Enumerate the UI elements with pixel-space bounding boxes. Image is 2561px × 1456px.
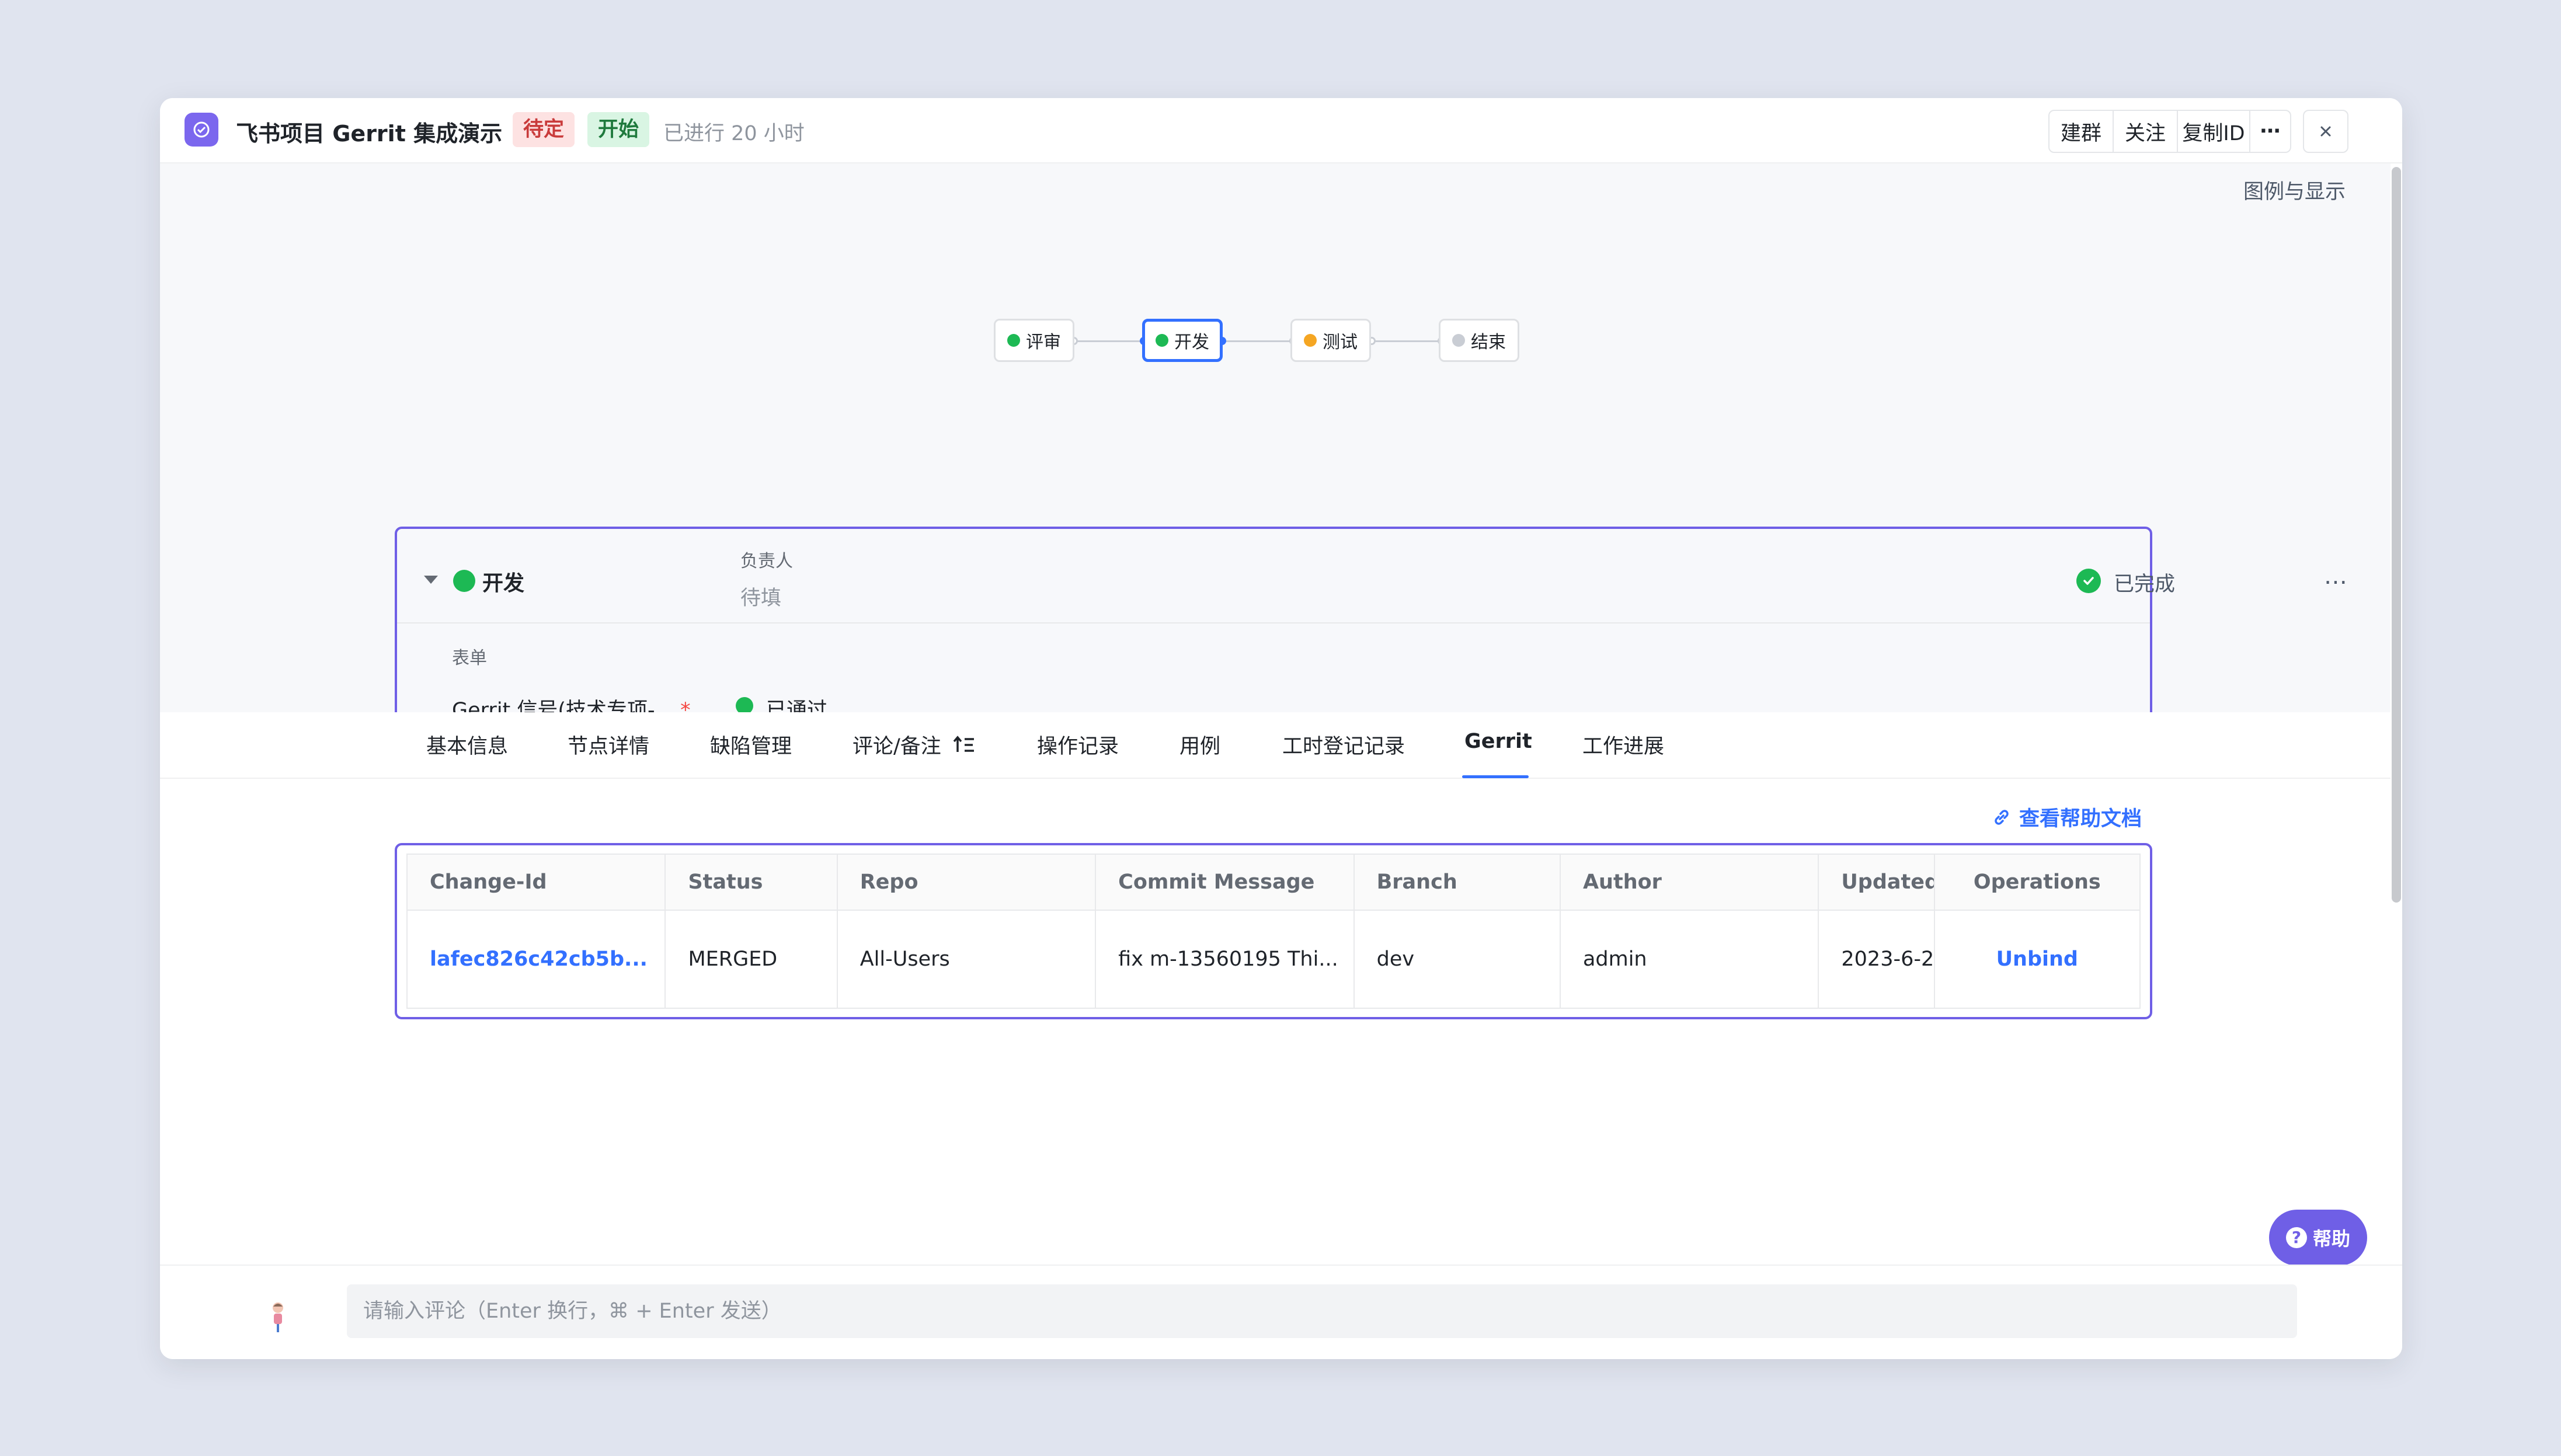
unbind-button[interactable]: Unbind (1933, 910, 2141, 1009)
gerrit-table-container: Change-Id Status Repo Commit Message Bra… (395, 843, 2152, 1019)
table-cell: admin (1559, 910, 1819, 1009)
collapse-caret-icon[interactable] (424, 576, 438, 584)
owner-label: 负责人 (740, 551, 793, 572)
page-title: 飞书项目 Gerrit 集成演示 (236, 121, 503, 147)
sort-icon[interactable] (953, 734, 976, 755)
elapsed-time: 已进行 20 小时 (663, 122, 805, 145)
app-icon (185, 113, 218, 147)
check-circle-icon (2076, 569, 2101, 593)
tab-operation-log[interactable]: 操作记录 (1037, 730, 1119, 760)
create-group-button[interactable]: 建群 (2050, 111, 2114, 152)
table-cell: MERGED (664, 910, 838, 1009)
gerrit-table: Change-Id Status Repo Commit Message Bra… (406, 854, 2141, 1009)
status-dot (1156, 334, 1168, 347)
status-dot (1304, 334, 1317, 347)
tab-gerrit[interactable]: Gerrit (1464, 730, 1532, 753)
work-item-window: 飞书项目 Gerrit 集成演示 待定 开始 已进行 20 小时 建群 关注 复… (160, 98, 2402, 1359)
status-badge-start[interactable]: 开始 (587, 112, 650, 147)
column-header: Status (664, 854, 838, 911)
help-doc-link[interactable]: 查看帮助文档 (1991, 802, 2142, 832)
tab-basic-info[interactable]: 基本信息 (426, 730, 508, 760)
column-header: Branch (1353, 854, 1561, 911)
legend-display-button[interactable]: 图例与显示 (2243, 175, 2346, 205)
workflow-edge (1372, 340, 1442, 342)
table-row: lafec826c42cb5b... MERGED All-Users fix … (406, 910, 2141, 1009)
owner-field[interactable]: 待填 (740, 581, 781, 611)
table-cell: All-Users (836, 910, 1097, 1009)
table-cell: 2023-6-2 (1818, 910, 1935, 1009)
workflow-node-end[interactable]: 结束 (1439, 319, 1519, 362)
workflow-area: 图例与显示 评审 开发 测试 结束 开发 负责人 待填 已完成 ⋯ 表单 Ger… (160, 163, 2391, 754)
more-icon[interactable]: ⋯ (2250, 111, 2290, 152)
tab-comments[interactable]: 评论/备注 (852, 730, 976, 760)
column-header: Change-Id (406, 854, 666, 911)
column-header: Repo (836, 854, 1097, 911)
tab-work-progress[interactable]: 工作进展 (1582, 730, 1664, 760)
table-cell: fix m-13560195 Thi... (1095, 910, 1355, 1009)
tab-time-log[interactable]: 工时登记记录 (1282, 730, 1405, 760)
close-icon[interactable] (2303, 110, 2348, 153)
comment-bar (160, 1265, 2402, 1359)
table-cell: dev (1353, 910, 1561, 1009)
header-actions: 建群 关注 复制ID ⋯ (2048, 110, 2291, 153)
node-card-header: 开发 负责人 待填 已完成 ⋯ (397, 529, 2347, 623)
change-id-link[interactable]: lafec826c42cb5b... (406, 910, 666, 1009)
help-button[interactable]: ? 帮助 (2269, 1210, 2367, 1266)
help-doc-label: 查看帮助文档 (2019, 807, 2142, 831)
column-header: Updated T (1818, 854, 1935, 911)
column-header: Commit Message (1095, 854, 1355, 911)
link-icon (1995, 809, 2009, 825)
active-tab-indicator (1462, 775, 1529, 778)
tab-test-cases[interactable]: 用例 (1179, 730, 1220, 760)
node-status[interactable]: 已完成 (2114, 567, 2175, 597)
window-header: 飞书项目 Gerrit 集成演示 待定 开始 已进行 20 小时 建群 关注 复… (160, 98, 2402, 163)
node-label: 开发 (1174, 332, 1209, 353)
node-label: 评审 (1026, 332, 1061, 353)
form-label: 表单 (452, 648, 487, 668)
question-icon: ? (2285, 1227, 2307, 1248)
table-header-row: Change-Id Status Repo Commit Message Bra… (406, 854, 2141, 911)
comment-input[interactable] (347, 1284, 2297, 1338)
workflow-edge (1223, 340, 1293, 342)
more-icon[interactable]: ⋯ (2324, 569, 2348, 595)
avatar[interactable] (265, 1301, 291, 1333)
copy-id-button[interactable]: 复制ID (2178, 111, 2250, 152)
workflow-edge (1074, 340, 1144, 342)
tab-comments-label: 评论/备注 (852, 735, 941, 758)
node-label: 结束 (1471, 332, 1506, 353)
workflow-node-review[interactable]: 评审 (994, 319, 1074, 362)
detail-tabs: 基本信息 节点详情 缺陷管理 评论/备注 操作记录 用例 工时登记记录 Gerr… (160, 712, 2391, 779)
help-button-label: 帮助 (2312, 1228, 2350, 1250)
status-dot (1007, 334, 1020, 347)
workflow-node-test[interactable]: 测试 (1290, 319, 1371, 362)
column-header: Author (1559, 854, 1819, 911)
status-dot (1452, 334, 1465, 347)
workflow-node-develop[interactable]: 开发 (1142, 319, 1223, 362)
vertical-scrollbar[interactable] (2392, 167, 2401, 903)
column-header: Operations (1933, 854, 2141, 911)
follow-button[interactable]: 关注 (2114, 111, 2178, 152)
tab-node-details[interactable]: 节点详情 (568, 730, 649, 760)
status-badge-pending[interactable]: 待定 (513, 112, 575, 147)
tab-defects[interactable]: 缺陷管理 (710, 730, 792, 760)
status-dot (453, 570, 475, 592)
node-name: 开发 (482, 572, 525, 595)
node-label: 测试 (1323, 332, 1358, 353)
